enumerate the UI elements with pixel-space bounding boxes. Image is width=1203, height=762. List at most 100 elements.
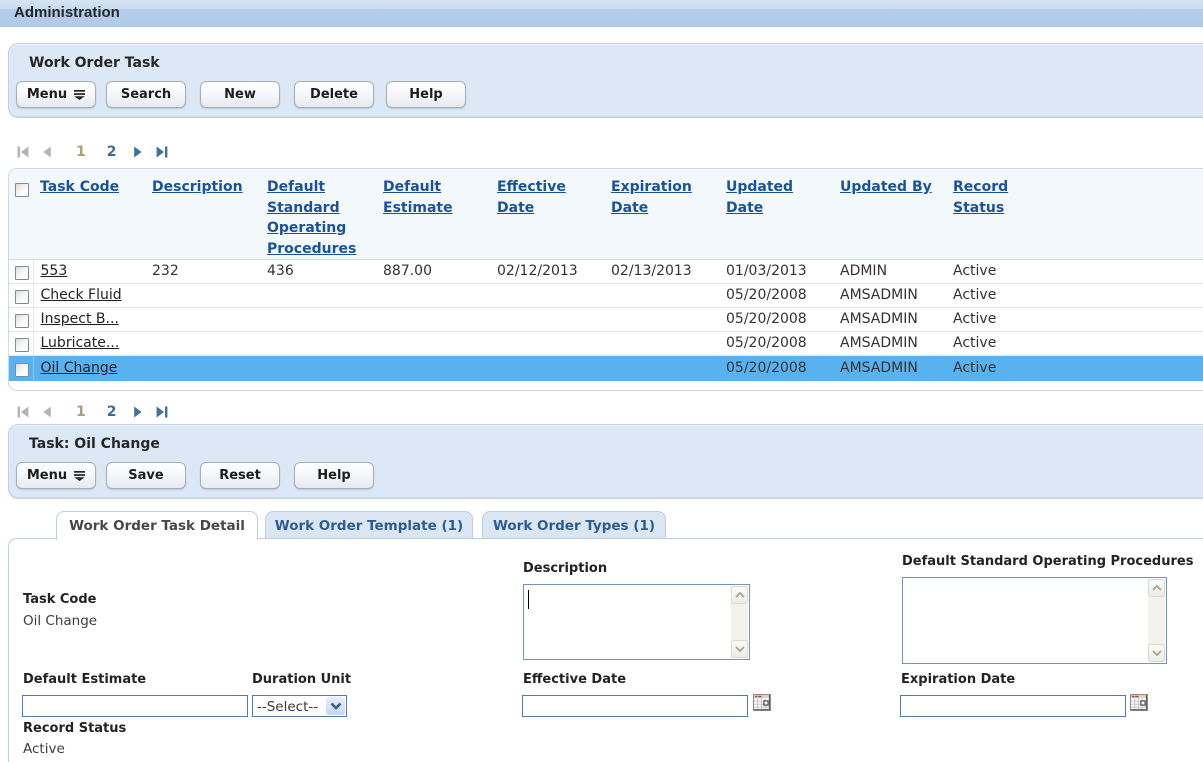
cell-updated_by: AMSADMIN (833, 356, 946, 382)
reset-button[interactable]: Reset (200, 462, 280, 489)
task-code-link[interactable]: Inspect B... (41, 311, 119, 327)
last-page-icon[interactable] (156, 406, 168, 418)
text-caret (528, 590, 529, 609)
detail-form: Task Code Oil Change Description Default… (8, 538, 1203, 762)
description-scrollbar[interactable] (731, 586, 748, 658)
column-header-effective-date[interactable]: Effective Date (497, 177, 559, 218)
cell-updated_date: 05/20/2008 (719, 332, 833, 356)
current-page-number: 1 (76, 145, 86, 159)
scroll-down-icon[interactable] (731, 640, 748, 658)
new-button[interactable]: New (200, 81, 280, 108)
cell-default_sop (260, 332, 376, 356)
cell-expiration_date (604, 356, 719, 382)
column-header-expiration-date[interactable]: Expiration Date (611, 177, 695, 218)
pagination-top: 1 2 (17, 145, 168, 159)
cell-default_sop: 436 (260, 260, 376, 284)
column-header-task-code[interactable]: Task Code (40, 179, 119, 195)
description-textarea[interactable] (523, 584, 750, 660)
tab-work-order-template[interactable]: Work Order Template (1) (265, 511, 473, 539)
select-dropdown-icon[interactable] (326, 697, 345, 715)
menu-button[interactable]: Menu (16, 81, 96, 108)
cell-default_estimate (376, 284, 490, 308)
cell-default_sop (260, 356, 376, 382)
select-all-checkbox[interactable] (15, 183, 29, 197)
cell-description (145, 308, 260, 332)
page-2-link[interactable]: 2 (107, 145, 117, 159)
cell-expiration_date (604, 308, 719, 332)
menu-button[interactable]: Menu (16, 462, 96, 489)
save-button[interactable]: Save (106, 462, 186, 489)
duration-unit-select[interactable]: --Select-- (252, 695, 347, 717)
row-checkbox[interactable] (15, 290, 29, 304)
panel-title: Task: Oil Change (29, 436, 160, 452)
default-sop-textarea[interactable] (902, 577, 1167, 664)
cell-description (145, 332, 260, 356)
effective-date-calendar-icon[interactable] (753, 694, 771, 711)
row-checkbox[interactable] (15, 363, 29, 377)
effective-date-input[interactable] (522, 695, 748, 717)
results-table-container: Task Code Description Default Standard O… (8, 168, 1203, 391)
cell-default_estimate (376, 332, 490, 356)
task-code-link[interactable]: Lubricate... (41, 335, 120, 351)
task-code-link[interactable]: Check Fluid (41, 287, 122, 303)
next-page-icon[interactable] (133, 146, 144, 158)
first-page-icon (17, 406, 29, 418)
cell-expiration_date (604, 284, 719, 308)
cell-record_status: Active (946, 308, 1056, 332)
cell-effective_date (490, 284, 604, 308)
expiration-date-calendar-icon[interactable] (1130, 694, 1148, 711)
row-checkbox[interactable] (15, 266, 29, 280)
detail-toolbar: Menu Save Reset Help (16, 462, 386, 489)
menu-dropdown-icon (74, 90, 85, 100)
cell-effective_date (490, 356, 604, 382)
row-checkbox[interactable] (15, 314, 29, 328)
cell-description (145, 284, 260, 308)
duration-unit-selected-value: --Select-- (253, 696, 325, 716)
column-header-updated-by[interactable]: Updated By (840, 179, 932, 195)
previous-page-icon (41, 406, 52, 418)
tab-work-order-task-detail[interactable]: Work Order Task Detail (56, 511, 258, 540)
cell-updated_by: AMSADMIN (833, 308, 946, 332)
last-page-icon[interactable] (156, 146, 168, 158)
table-row: Lubricate...05/20/2008AMSADMINActive (9, 332, 1203, 356)
column-header-description[interactable]: Description (152, 179, 243, 195)
description-label: Description (523, 561, 607, 576)
scroll-down-icon[interactable] (1148, 644, 1165, 662)
scroll-up-icon[interactable] (731, 586, 748, 604)
cell-record_status: Active (946, 332, 1056, 356)
cell-record_status: Active (946, 356, 1056, 382)
results-table: Task Code Description Default Standard O… (9, 169, 1203, 381)
expiration-date-input[interactable] (900, 695, 1126, 717)
cell-updated_date: 05/20/2008 (719, 356, 833, 382)
cell-default_sop (260, 308, 376, 332)
column-header-default-sop[interactable]: Default Standard Operating Procedures (267, 177, 359, 259)
delete-button[interactable]: Delete (294, 81, 374, 108)
tab-work-order-types[interactable]: Work Order Types (1) (482, 511, 666, 539)
default-estimate-label: Default Estimate (23, 672, 146, 687)
current-page-number: 1 (76, 405, 86, 419)
task-code-link[interactable]: Oil Change (41, 360, 118, 376)
help-button[interactable]: Help (386, 81, 466, 108)
cell-updated_date: 05/20/2008 (719, 308, 833, 332)
table-row: Check Fluid05/20/2008AMSADMINActive (9, 284, 1203, 308)
scroll-up-icon[interactable] (1148, 579, 1165, 597)
row-checkbox[interactable] (15, 338, 29, 352)
next-page-icon[interactable] (133, 406, 144, 418)
table-header-row: Task Code Description Default Standard O… (9, 169, 1203, 260)
default-sop-label: Default Standard Operating Procedures (902, 554, 1193, 569)
default-sop-scrollbar[interactable] (1148, 579, 1165, 662)
cell-effective_date (490, 308, 604, 332)
page-2-link[interactable]: 2 (107, 405, 117, 419)
record-status-value: Active (23, 741, 65, 757)
column-header-default-estimate[interactable]: Default Estimate (383, 177, 449, 218)
page-title: Administration (14, 4, 120, 21)
default-estimate-input[interactable] (22, 695, 248, 717)
task-code-link[interactable]: 553 (41, 263, 68, 279)
help-button[interactable]: Help (294, 462, 374, 489)
cell-record_status: Active (946, 284, 1056, 308)
column-header-updated-date[interactable]: Updated Date (726, 177, 792, 218)
cell-record_status: Active (946, 260, 1056, 284)
search-button[interactable]: Search (106, 81, 186, 108)
cell-expiration_date (604, 332, 719, 356)
column-header-record-status[interactable]: Record Status (953, 177, 1013, 218)
